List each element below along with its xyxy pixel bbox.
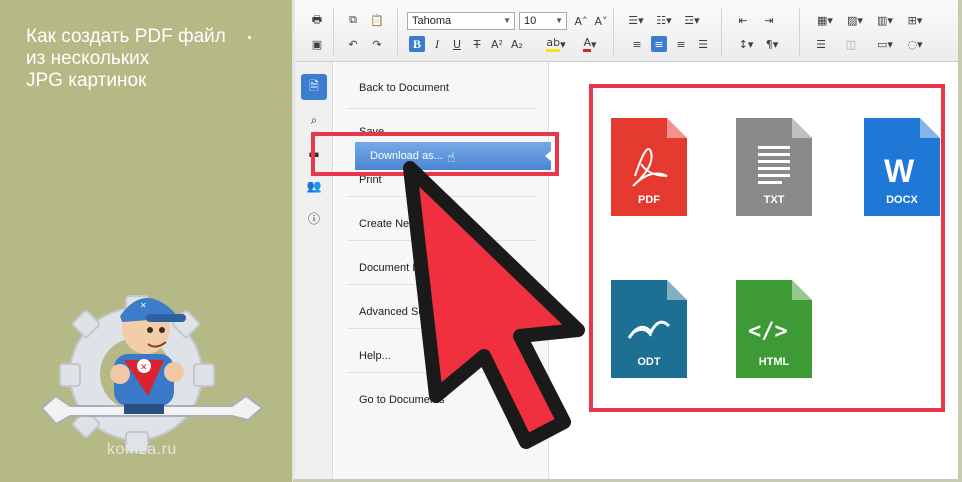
formats-highlight-frame bbox=[589, 84, 945, 412]
chart-icon[interactable]: ▥▾ bbox=[873, 12, 897, 28]
info-icon[interactable]: ⓘ bbox=[304, 208, 324, 228]
multilevel-list-icon[interactable]: ☲▾ bbox=[681, 12, 703, 28]
symbol-icon[interactable]: ⊞▾ bbox=[903, 12, 927, 28]
copy-icon[interactable]: ⧉ bbox=[345, 12, 361, 28]
font-family-value: Tahoma bbox=[412, 15, 452, 27]
toolbar-divider bbox=[397, 8, 398, 56]
table-icon[interactable]: ▦▾ bbox=[813, 12, 837, 28]
toolbar: 🖶 ▣ ⧉ 📋 ↶ ↷ Tahoma ▼ 10 ▼ A˄ A˅ B I U T … bbox=[295, 0, 958, 62]
toolbar-divider bbox=[333, 8, 334, 56]
undo-icon[interactable]: ↶ bbox=[345, 36, 361, 52]
italic-icon[interactable]: I bbox=[429, 36, 445, 52]
banner-title: Как создать PDF файл из нескольких JPG к… bbox=[26, 26, 226, 91]
bold-icon[interactable]: B bbox=[409, 36, 425, 52]
menu-item-back-to-document[interactable]: Back to Document bbox=[359, 82, 545, 94]
font-family-select[interactable]: Tahoma ▼ bbox=[407, 12, 515, 30]
image-icon[interactable]: ▨▾ bbox=[843, 12, 867, 28]
redo-icon[interactable]: ↷ bbox=[369, 36, 385, 52]
highlight-color-icon[interactable]: ab ▾ bbox=[545, 36, 567, 52]
pointer-arrow-icon bbox=[403, 161, 585, 449]
chevron-down-icon: ▼ bbox=[503, 16, 511, 25]
users-icon[interactable]: 👥 bbox=[304, 176, 324, 196]
site-watermark: komza.ru bbox=[107, 441, 177, 458]
left-rail: 🗎 ⌕ ▬ 👥 ⓘ bbox=[295, 62, 333, 479]
paste-icon[interactable]: 📋 bbox=[369, 12, 385, 28]
numbered-list-icon[interactable]: ☷▾ bbox=[653, 12, 675, 28]
underline-icon[interactable]: U bbox=[449, 36, 465, 52]
svg-text:✕: ✕ bbox=[140, 301, 147, 310]
page-layout-icon[interactable]: ☰ bbox=[813, 36, 829, 52]
outdent-icon[interactable]: ⇤ bbox=[735, 12, 751, 28]
font-size-select[interactable]: 10 ▼ bbox=[519, 12, 567, 30]
svg-text:✕: ✕ bbox=[140, 363, 148, 373]
grow-font-icon[interactable]: A˄ bbox=[573, 13, 589, 29]
paragraph-icon[interactable]: ¶▾ bbox=[761, 36, 783, 52]
justify-icon[interactable]: ☰ bbox=[695, 36, 711, 52]
document-icon[interactable]: 🗎 bbox=[301, 74, 327, 100]
align-center-icon[interactable]: ≡ bbox=[651, 36, 667, 52]
toolbar-divider bbox=[721, 8, 722, 56]
print-icon[interactable]: 🖶 bbox=[309, 12, 325, 28]
toolbar-divider bbox=[799, 8, 800, 56]
indent-icon[interactable]: ⇥ bbox=[761, 12, 777, 28]
mascot-illustration: ✕ ✕ bbox=[40, 295, 264, 453]
line-spacing-icon[interactable]: ↕▾ bbox=[735, 36, 757, 52]
insert-object-icon: ◫ bbox=[845, 37, 857, 51]
strikethrough-icon[interactable]: T bbox=[469, 36, 485, 52]
text-color-icon[interactable]: A ▾ bbox=[579, 36, 601, 52]
search-icon[interactable]: ⌕ bbox=[304, 110, 324, 130]
superscript-icon[interactable]: A² bbox=[489, 36, 505, 52]
menu-divider bbox=[347, 108, 537, 109]
toolbar-divider bbox=[613, 8, 614, 56]
banner-dot bbox=[248, 36, 251, 39]
align-right-icon[interactable]: ≡ bbox=[673, 36, 689, 52]
chevron-down-icon: ▼ bbox=[555, 16, 563, 25]
bullet-list-icon[interactable]: ☰▾ bbox=[625, 12, 647, 28]
subscript-icon[interactable]: A₂ bbox=[509, 36, 525, 52]
align-left-icon[interactable]: ≡ bbox=[629, 36, 645, 52]
shape-icon[interactable]: ◌▾ bbox=[901, 36, 929, 52]
font-size-value: 10 bbox=[524, 15, 537, 27]
slide: Как создать PDF файл из нескольких JPG к… bbox=[0, 0, 962, 482]
shrink-font-icon[interactable]: A˅ bbox=[593, 13, 609, 29]
page-size-icon[interactable]: ▭▾ bbox=[873, 36, 897, 52]
save-icon[interactable]: ▣ bbox=[309, 36, 325, 52]
